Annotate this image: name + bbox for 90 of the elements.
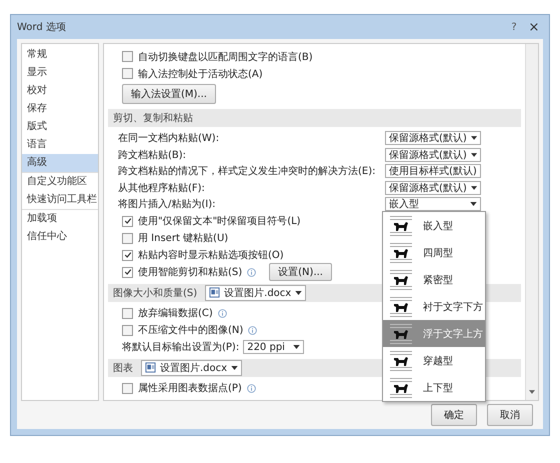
menu-item[interactable]: 紧密型: [383, 266, 485, 293]
dropdown-arrow-icon: [470, 136, 477, 140]
paste-option-dropdown[interactable]: 嵌入型: [385, 197, 481, 212]
checkbox-label: 输入法控制处于活动状态(A): [138, 68, 263, 80]
menu-item-label: 上下型: [423, 382, 453, 394]
checkbox[interactable]: [122, 51, 133, 62]
checkbox-label: 使用"仅保留文本"时保留项目符号(L): [138, 214, 301, 228]
dog-icon: [389, 350, 413, 372]
checkbox-label: 不压缩文件中的图像(N): [138, 324, 244, 337]
dropdown-value: 保留源格式(默认): [389, 148, 467, 162]
dog-icon: [389, 322, 413, 344]
checkbox-label: 自动切换键盘以匹配周围文字的语言(B): [138, 50, 313, 64]
menu-item[interactable]: 衬于文字下方: [383, 293, 485, 320]
scroll-down-icon[interactable]: [529, 390, 535, 394]
document-name: 设置图片.docx: [160, 362, 228, 374]
section-title: 图像大小和质量(S): [113, 286, 198, 300]
document-icon: [145, 362, 156, 373]
sidebar-item[interactable]: 高级: [22, 154, 98, 172]
menu-item-label: 浮于文字上方: [423, 328, 483, 340]
dropdown-arrow-icon: [470, 202, 477, 206]
checkbox[interactable]: [122, 232, 133, 244]
sidebar-item[interactable]: 语言: [22, 136, 98, 154]
dropdown-value: 嵌入型: [389, 198, 419, 212]
section-title: 图表: [113, 362, 133, 374]
sidebar-item[interactable]: 常规: [22, 46, 98, 64]
dialog-button[interactable]: 确定: [431, 404, 477, 426]
menu-item[interactable]: 上下型: [383, 374, 485, 401]
dialog-button[interactable]: 取消: [487, 404, 533, 426]
dog-icon: [389, 242, 413, 264]
menu-item-label: 衬于文字下方: [423, 300, 483, 314]
menu-item[interactable]: 嵌入型: [383, 212, 485, 239]
document-dropdown[interactable]: 设置图片.docx: [141, 360, 242, 376]
setting-label: 将图片插入/粘贴为(I):: [118, 198, 216, 212]
document-name: 设置图片.docx: [224, 286, 292, 300]
settings-button[interactable]: 设置(N)...: [269, 263, 332, 281]
menu-item-label: 嵌入型: [423, 220, 453, 232]
checkbox-label: 属性采用图表数据点(P): [138, 382, 242, 395]
window-title: Word 选项: [17, 20, 66, 34]
checkbox[interactable]: [122, 216, 133, 226]
paste-option-dropdown[interactable]: 保留源格式(默认): [385, 148, 481, 162]
dropdown-arrow-icon: [231, 366, 238, 370]
sidebar-item[interactable]: 版式: [22, 118, 98, 136]
ime-settings-button[interactable]: 输入法设置(M)...: [122, 84, 216, 104]
menu-item-label: 穿越型: [423, 354, 453, 368]
sidebar-item[interactable]: 自定义功能区: [22, 172, 98, 191]
setting-label: 从其他程序粘贴(F):: [118, 182, 206, 195]
checkbox[interactable]: [122, 308, 133, 318]
setting-label: 跨文档粘贴(B):: [118, 148, 188, 162]
dropdown-value: 220 ppi: [247, 342, 285, 352]
help-button[interactable]: ?: [505, 20, 523, 34]
section-title: 剪切、复制和粘贴: [113, 112, 193, 125]
dropdown-arrow-icon: [470, 186, 477, 190]
checkbox[interactable]: [122, 382, 133, 394]
dropdown-arrow-icon: [470, 152, 477, 157]
document-dropdown[interactable]: 设置图片.docx: [205, 284, 306, 300]
checkbox[interactable]: [122, 68, 133, 79]
paste-option-dropdown[interactable]: 保留源格式(默认): [385, 131, 481, 146]
menu-item[interactable]: 四周型: [383, 239, 485, 266]
dog-icon: [389, 214, 413, 236]
sidebar-item[interactable]: 校对: [22, 82, 98, 100]
dropdown-value: 保留源格式(默认): [389, 182, 467, 195]
menu-item-label: 四周型: [423, 246, 453, 260]
resolution-dropdown[interactable]: 220 ppi: [243, 340, 304, 354]
dog-icon: [389, 376, 413, 398]
sidebar-item[interactable]: 加载项: [22, 209, 98, 228]
sidebar-item[interactable]: 快速访问工具栏: [22, 191, 98, 209]
dog-icon: [389, 296, 413, 318]
setting-label: 将默认目标输出设置为(P):: [122, 340, 240, 354]
document-icon: [209, 287, 220, 298]
sidebar-item[interactable]: 显示: [22, 64, 98, 82]
dropdown-value: 保留源格式(默认): [389, 132, 467, 146]
checkbox[interactable]: [122, 250, 133, 260]
dropdown-arrow-icon: [292, 345, 300, 349]
setting-label: 在同一文档内粘贴(W):: [118, 132, 220, 146]
sidebar-item[interactable]: 信任中心: [22, 228, 98, 246]
sidebar-item[interactable]: 保存: [22, 100, 98, 118]
checkbox-label: 放弃编辑数据(C): [138, 306, 213, 320]
checkbox[interactable]: [122, 266, 133, 278]
scrollbar[interactable]: [525, 44, 538, 400]
menu-item[interactable]: 穿越型: [383, 347, 485, 374]
checkbox-label: 用 Insert 键粘贴(U): [138, 232, 228, 245]
checkbox-label: 粘贴内容时显示粘贴选项按钮(O): [138, 248, 284, 262]
checkbox-label: 使用智能剪切和粘贴(S): [138, 266, 242, 279]
dog-icon: [389, 268, 413, 290]
menu-item-label: 紧密型: [423, 274, 453, 286]
checkbox[interactable]: [122, 324, 133, 336]
close-button[interactable]: ×: [525, 20, 543, 34]
setting-label: 跨文档粘贴的情况下，样式定义发生冲突时的解决方法(E):: [118, 164, 376, 178]
dropdown-arrow-icon: [295, 290, 302, 294]
paste-option-dropdown[interactable]: 保留源格式(默认): [385, 180, 481, 195]
